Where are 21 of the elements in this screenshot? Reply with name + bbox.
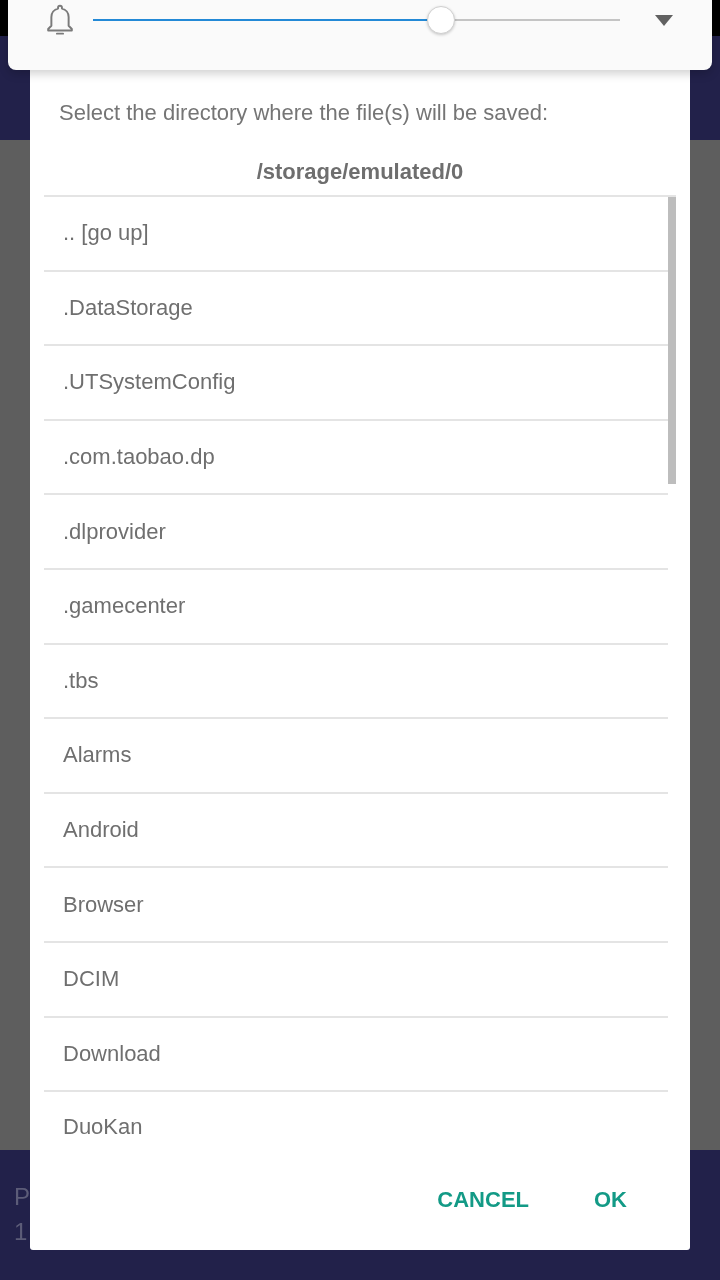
background-text: P bbox=[14, 1182, 30, 1212]
slider-thumb[interactable] bbox=[426, 6, 455, 34]
directory-item[interactable]: Download bbox=[44, 1017, 668, 1093]
ok-button[interactable]: OK bbox=[586, 1174, 635, 1225]
directory-item[interactable]: Alarms bbox=[44, 719, 668, 794]
directory-item[interactable]: .tbs bbox=[44, 644, 668, 720]
directory-item[interactable]: Android bbox=[44, 793, 668, 869]
volume-slider[interactable] bbox=[93, 5, 620, 35]
directory-item[interactable]: .gamecenter bbox=[44, 569, 668, 645]
scrollbar-thumb[interactable] bbox=[668, 197, 676, 484]
dialog-prompt: Select the directory where the file(s) will be saved: bbox=[58, 99, 550, 127]
directory-item[interactable]: DCIM bbox=[44, 942, 668, 1018]
directory-item[interactable]: .dlprovider bbox=[44, 495, 668, 570]
current-path: /storage/emulated/0 bbox=[255, 158, 465, 186]
caret-icon[interactable] bbox=[655, 15, 673, 26]
directory-item[interactable]: Browser bbox=[44, 868, 668, 943]
background-text: 1 bbox=[14, 1217, 28, 1247]
cancel-button[interactable]: CANCEL bbox=[429, 1174, 537, 1225]
directory-item[interactable]: DuoKan bbox=[44, 1092, 668, 1145]
directory-item[interactable]: .com.taobao.dp bbox=[44, 420, 668, 496]
bell-icon[interactable] bbox=[46, 4, 74, 36]
